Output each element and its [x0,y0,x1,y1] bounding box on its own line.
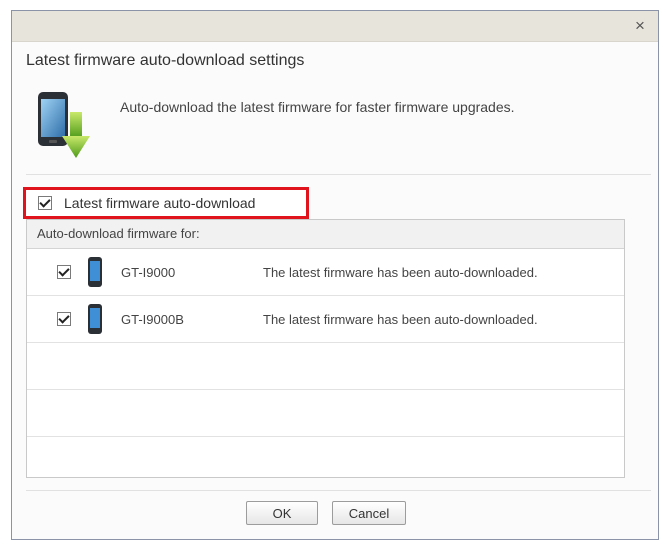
cancel-button[interactable]: Cancel [332,501,406,525]
ok-button[interactable]: OK [246,501,318,525]
phone-icon [88,257,102,287]
empty-row [27,437,624,483]
description-text: Auto-download the latest firmware for fa… [120,99,515,115]
device-list: Auto-download firmware for: GT-I9000 The… [26,219,625,478]
device-status: The latest firmware has been auto-downlo… [263,264,538,280]
auto-download-checkbox[interactable] [38,196,52,210]
device-checkbox[interactable] [57,312,71,326]
dialog-title: Latest firmware auto-download settings [26,52,305,69]
list-item: GT-I9000B The latest firmware has been a… [27,296,624,343]
phone-download-icon [38,92,90,158]
phone-icon [88,304,102,334]
device-model: GT-I9000 [121,264,176,280]
separator [26,174,651,175]
auto-download-toggle[interactable]: Latest firmware auto-download [23,187,309,219]
title-bar: × [12,11,658,42]
device-model: GT-I9000B [121,311,184,327]
list-item: GT-I9000 The latest firmware has been au… [27,249,624,296]
device-checkbox[interactable] [57,265,71,279]
empty-row [27,390,624,437]
close-icon[interactable]: × [630,16,650,36]
auto-download-label: Latest firmware auto-download [64,195,256,211]
separator [26,490,651,491]
list-header: Auto-download firmware for: [27,220,624,249]
device-status: The latest firmware has been auto-downlo… [263,311,538,327]
empty-row [27,343,624,390]
